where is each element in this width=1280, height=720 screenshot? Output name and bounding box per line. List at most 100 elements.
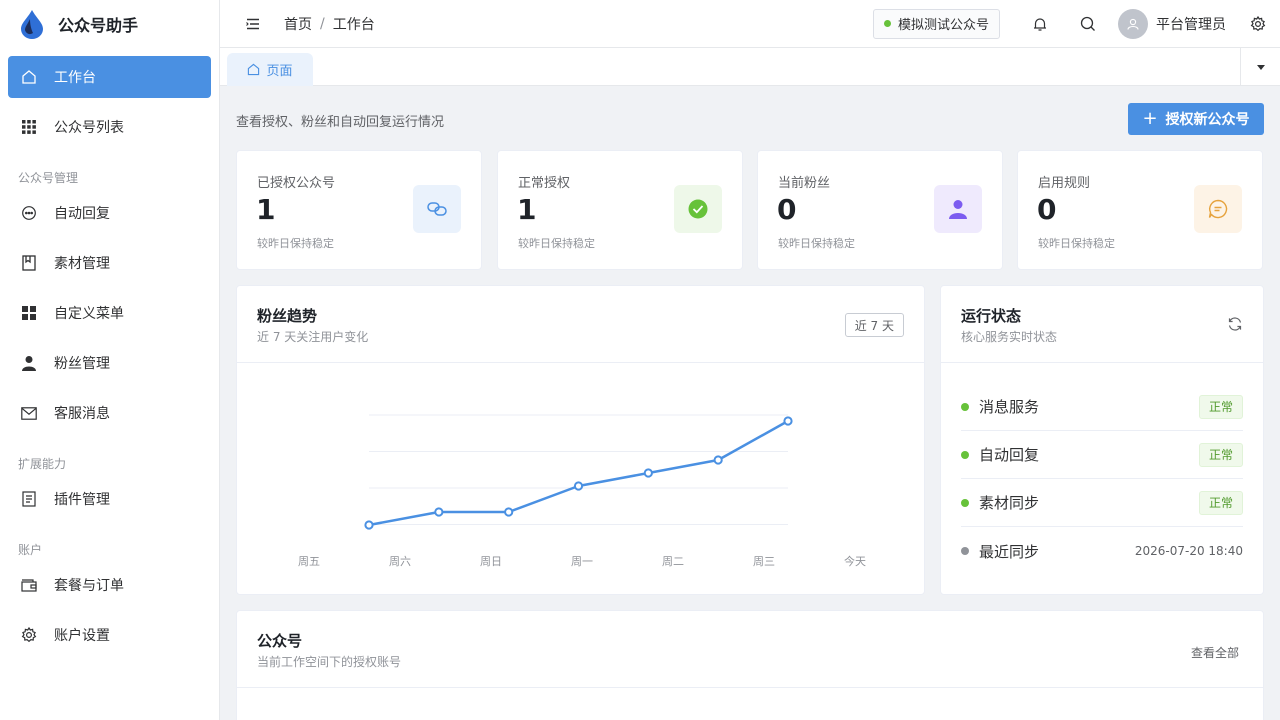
sidebar-item-account-list[interactable]: 公众号列表 <box>8 106 211 148</box>
chart-data-point <box>643 468 653 478</box>
breadcrumb-home[interactable]: 首页 <box>284 14 312 34</box>
status-badge: 正常 <box>1198 490 1243 515</box>
settings-button[interactable] <box>1236 0 1280 48</box>
sidebar-item-label: 自动回复 <box>54 206 110 222</box>
menu-toggle-icon[interactable] <box>244 15 262 33</box>
stat-label: 启用规则 <box>1038 176 1091 191</box>
sidebar-item-label: 粉丝管理 <box>54 356 110 372</box>
chart-x-tick-label: 周一 <box>571 555 593 568</box>
search-button[interactable] <box>1064 0 1112 48</box>
home-icon <box>248 63 260 76</box>
status-badge: 正常 <box>1198 442 1243 467</box>
sidebar-item-materials[interactable]: 素材管理 <box>8 242 211 284</box>
authorize-account-button[interactable]: + 授权新公众号 <box>1128 103 1264 135</box>
run-status-panel: 运行状态 核心服务实时状态 消息服务 正常 自动回复 正常 素材同步 正常 最近… <box>940 285 1264 595</box>
status-badge: 正常 <box>1198 394 1243 419</box>
gear-icon <box>1250 15 1266 31</box>
tab-page[interactable]: 页面 <box>227 53 313 86</box>
link-icon <box>413 185 461 233</box>
stat-label: 正常授权 <box>518 176 571 191</box>
sidebar-item-label: 公众号列表 <box>54 120 124 136</box>
menu-grid-icon <box>20 304 38 322</box>
status-row-material-sync: 素材同步 正常 <box>961 479 1243 527</box>
logo-icon <box>21 10 43 39</box>
chart-x-tick-label: 周六 <box>389 555 411 568</box>
sidebar-item-plugins[interactable]: 插件管理 <box>8 478 211 520</box>
range-button[interactable]: 近 7 天 <box>844 313 904 337</box>
sidebar-item-plans-orders[interactable]: 套餐与订单 <box>8 564 211 606</box>
stat-value: 0 <box>777 193 797 226</box>
sidebar-item-account-settings[interactable]: 账户设置 <box>8 614 211 656</box>
status-row-auto-reply: 自动回复 正常 <box>961 431 1243 479</box>
view-all-link[interactable]: 查看全部 <box>1191 644 1239 661</box>
stat-label: 当前粉丝 <box>778 176 831 191</box>
chart-series-line <box>368 419 789 527</box>
bell-icon <box>1034 17 1046 31</box>
sidebar-item-custom-menu[interactable]: 自定义菜单 <box>8 292 211 334</box>
sidebar-group-title: 账户 <box>18 543 43 557</box>
chat-icon <box>20 204 38 222</box>
sidebar-item-label: 自定义菜单 <box>54 306 124 322</box>
authorize-account-label: 授权新公众号 <box>1165 112 1250 128</box>
brand: 公众号助手 <box>0 0 219 48</box>
stat-value: 0 <box>1037 193 1057 226</box>
sidebar-item-label: 套餐与订单 <box>54 578 124 594</box>
sidebar-item-label: 素材管理 <box>54 256 110 272</box>
stat-note: 较昨日保持稳定 <box>518 237 595 250</box>
panel-title: 粉丝趋势 <box>257 307 318 325</box>
wallet-icon <box>20 576 38 594</box>
chart-data-point <box>434 507 444 517</box>
chart-data-point <box>364 520 374 530</box>
tabs-dropdown-button[interactable] <box>1240 48 1280 86</box>
user-name: 平台管理员 <box>1156 16 1226 33</box>
stat-note: 较昨日保持稳定 <box>778 237 855 250</box>
accounts-panel: 公众号 当前工作空间下的授权账号 查看全部 <box>236 610 1264 720</box>
status-name: 素材同步 <box>979 494 1040 512</box>
notification-button[interactable] <box>1016 0 1064 48</box>
caret-down-icon <box>1256 64 1265 70</box>
status-dot <box>883 20 891 27</box>
user-menu[interactable]: 平台管理员 <box>1118 8 1236 39</box>
chat-icon <box>1194 185 1242 233</box>
stat-card-normal-auth: 正常授权 1 较昨日保持稳定 <box>497 150 743 270</box>
sidebar-item-label: 账户设置 <box>54 628 110 644</box>
panel-subtitle: 核心服务实时状态 <box>961 330 1058 344</box>
sidebar-item-auto-reply[interactable]: 自动回复 <box>8 192 211 234</box>
chart-data-point <box>783 416 793 426</box>
document-icon <box>20 490 38 508</box>
sidebar-item-label: 插件管理 <box>54 492 110 508</box>
chart-x-tick-label: 周五 <box>298 555 320 568</box>
stat-card-fans: 当前粉丝 0 较昨日保持稳定 <box>757 150 1003 270</box>
plus-icon: + <box>1142 108 1158 129</box>
page-subtitle: 查看授权、粉丝和自动回复运行情况 <box>236 115 445 130</box>
sidebar-item-label: 工作台 <box>54 70 96 86</box>
breadcrumb-current: 工作台 <box>332 16 375 33</box>
panel-subtitle: 近 7 天关注用户变化 <box>257 330 369 344</box>
current-account-name: 模拟测试公众号 <box>897 18 989 33</box>
refresh-icon[interactable] <box>1227 316 1243 332</box>
sidebar-item-fans[interactable]: 粉丝管理 <box>8 342 211 384</box>
fans-trend-chart: 周五 周六 周日 周一 周二 周三 今天 <box>298 414 866 568</box>
check-circle-icon <box>674 185 722 233</box>
status-row-message-service: 消息服务 正常 <box>961 383 1243 431</box>
status-name: 最近同步 <box>979 542 1040 561</box>
status-dot <box>961 498 969 507</box>
stat-card-rules: 启用规则 0 较昨日保持稳定 <box>1017 150 1263 270</box>
sidebar-item-workbench[interactable]: 工作台 <box>8 56 211 98</box>
stat-card-authorized: 已授权公众号 1 较昨日保持稳定 <box>236 150 482 270</box>
sidebar-group-title: 扩展能力 <box>18 457 67 471</box>
sidebar-item-service-messages[interactable]: 客服消息 <box>8 392 211 434</box>
divider <box>237 687 1263 688</box>
chart-x-tick-label: 周日 <box>480 555 502 568</box>
panel-title: 公众号 <box>257 632 303 650</box>
top-header: 首页 / 工作台 模拟测试公众号 平台管理员 <box>220 0 1280 48</box>
home-icon <box>20 68 38 86</box>
current-account-tag[interactable]: 模拟测试公众号 <box>872 8 1000 39</box>
tab-label: 页面 <box>266 64 293 79</box>
status-name: 自动回复 <box>979 446 1040 464</box>
user-icon <box>934 185 982 233</box>
last-sync-time: 2026-07-20 18:40 <box>1134 544 1243 558</box>
sidebar: 公众号助手 工作台 公众号列表 公众号管理 自动回复 素材管理 自定义菜单 粉丝… <box>0 0 220 720</box>
stat-note: 较昨日保持稳定 <box>257 237 334 250</box>
chart-data-point <box>504 507 514 517</box>
